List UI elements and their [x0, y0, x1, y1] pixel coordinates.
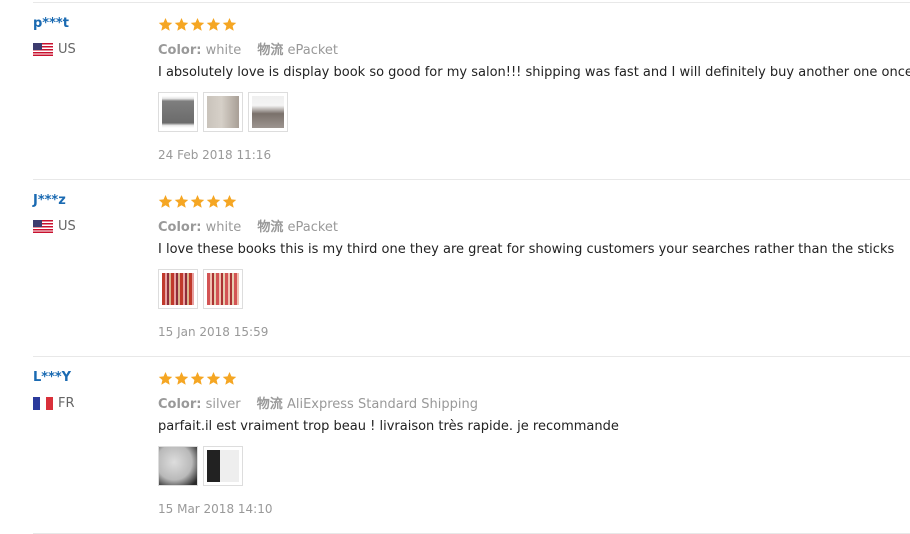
- star-icon: [190, 194, 205, 208]
- star-icon: [190, 371, 205, 385]
- review-date: 15 Jan 2018 15:59: [158, 325, 269, 339]
- star-icon: [222, 371, 237, 385]
- country-code: US: [58, 42, 76, 57]
- color-label: Color:: [158, 220, 202, 235]
- reviewer-name[interactable]: J***z: [33, 193, 66, 208]
- color-value: white: [205, 43, 242, 58]
- us-flag-icon: [33, 220, 53, 233]
- color-label: Color:: [158, 397, 202, 412]
- review-text: I absolutely love is display book so goo…: [158, 65, 910, 80]
- shipping-value: ePacket: [287, 43, 339, 58]
- review-photo-thumb[interactable]: [158, 446, 198, 486]
- star-icon: [206, 17, 221, 31]
- shipping-label: 物流: [256, 397, 283, 412]
- review-divider: [33, 2, 910, 3]
- star-icon: [174, 194, 189, 208]
- review-divider: [33, 356, 910, 357]
- star-icon: [158, 194, 173, 208]
- review-photo-thumb[interactable]: [203, 446, 243, 486]
- review-photo-thumb[interactable]: [158, 92, 198, 132]
- shipping-label: 物流: [257, 43, 284, 58]
- order-info: Color: white 物流 ePacket: [158, 216, 338, 235]
- star-icon: [190, 17, 205, 31]
- shipping-label: 物流: [257, 220, 284, 235]
- review-text: parfait.il est vraiment trop beau ! livr…: [158, 419, 619, 434]
- review-photo-thumb[interactable]: [203, 269, 243, 309]
- review-photos: [158, 446, 243, 486]
- review-date: 24 Feb 2018 11:16: [158, 148, 272, 162]
- star-rating: [158, 17, 237, 32]
- star-icon: [206, 371, 221, 385]
- star-rating: [158, 194, 237, 209]
- star-rating: [158, 371, 237, 386]
- silver-book-photo: [159, 447, 197, 485]
- shipping-value: ePacket: [287, 220, 339, 235]
- star-icon: [174, 17, 189, 31]
- color-swatch-photo: [207, 273, 239, 305]
- reviewer-country: US: [33, 42, 76, 57]
- color-label: Color:: [158, 43, 202, 58]
- star-icon: [174, 371, 189, 385]
- review-photo-thumb[interactable]: [203, 92, 243, 132]
- shipping-value: AliExpress Standard Shipping: [286, 397, 478, 412]
- silver-book-photo: [207, 450, 239, 482]
- order-info: Color: silver 物流 AliExpress Standard Shi…: [158, 393, 478, 412]
- star-icon: [222, 194, 237, 208]
- color-value: white: [205, 220, 242, 235]
- star-icon: [222, 17, 237, 31]
- review-photo-thumb[interactable]: [248, 92, 288, 132]
- country-code: US: [58, 219, 76, 234]
- country-code: FR: [58, 396, 75, 411]
- order-info: Color: white 物流 ePacket: [158, 39, 338, 58]
- star-icon: [158, 371, 173, 385]
- star-icon: [158, 17, 173, 31]
- review-date: 15 Mar 2018 14:10: [158, 502, 273, 516]
- us-flag-icon: [33, 43, 53, 56]
- fr-flag-icon: [33, 397, 53, 410]
- reviewer-country: US: [33, 219, 76, 234]
- white-book-photo: [252, 96, 284, 128]
- reviewer-name[interactable]: L***Y: [33, 370, 71, 385]
- white-book-photo: [207, 96, 239, 128]
- reviewer-name[interactable]: p***t: [33, 16, 69, 31]
- review-photo-thumb[interactable]: [158, 269, 198, 309]
- review-photos: [158, 92, 288, 132]
- color-swatch-photo: [162, 273, 194, 305]
- review-divider: [33, 179, 910, 180]
- white-book-photo: [162, 96, 194, 128]
- review-text: I love these books this is my third one …: [158, 242, 895, 257]
- reviewer-country: FR: [33, 396, 75, 411]
- review-photos: [158, 269, 243, 309]
- color-value: silver: [205, 397, 241, 412]
- star-icon: [206, 194, 221, 208]
